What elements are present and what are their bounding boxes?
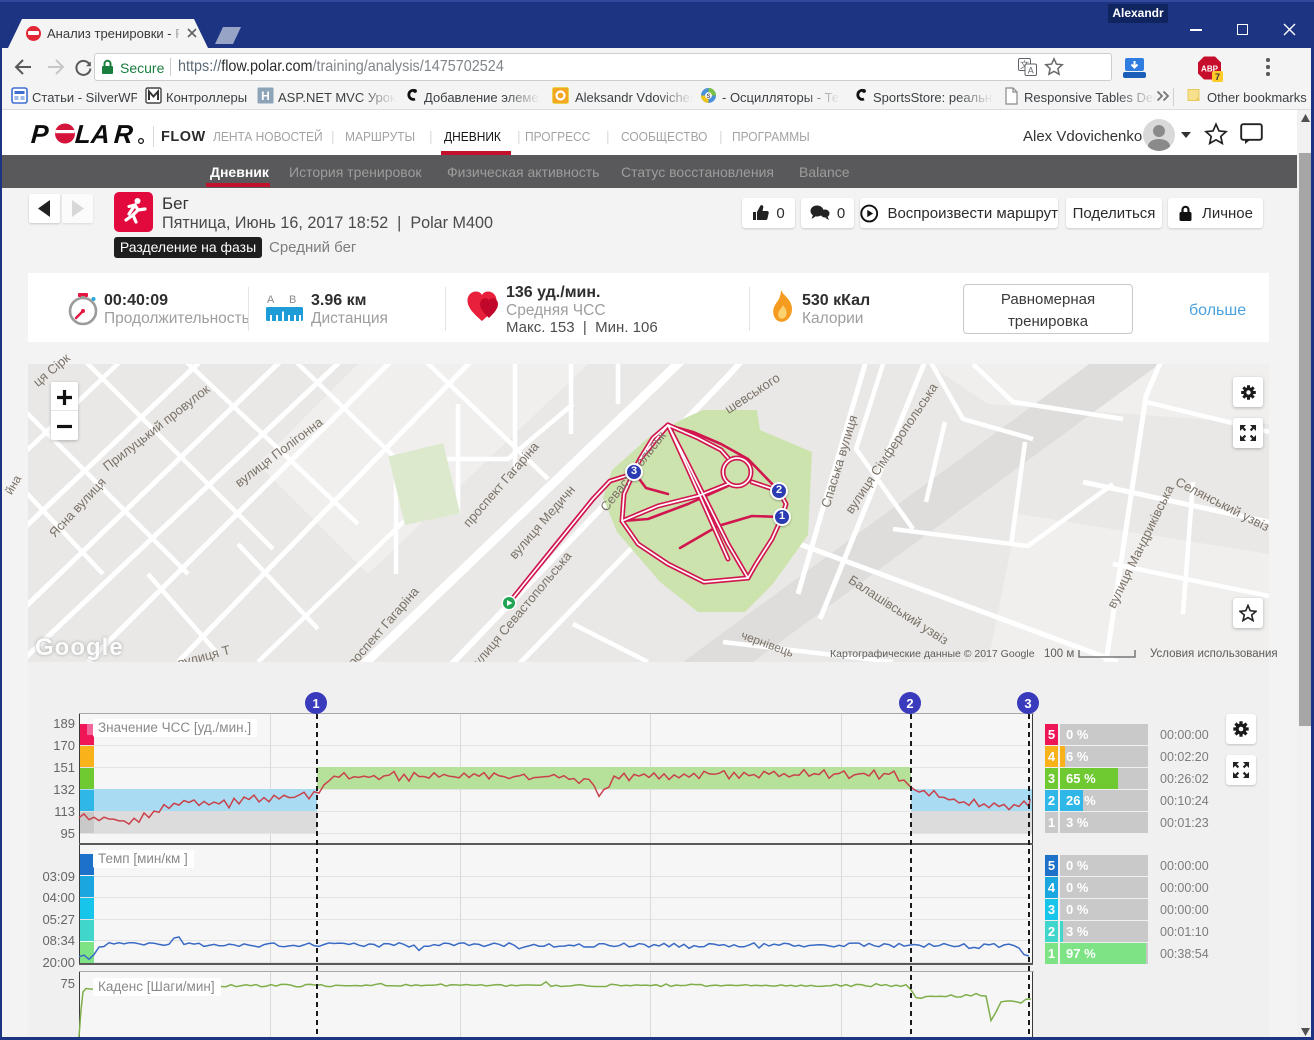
svg-text:L: L (74, 121, 92, 147)
svg-text:R: R (113, 121, 134, 147)
svg-text:A: A (1028, 66, 1034, 76)
svg-text:H: H (261, 89, 270, 103)
svg-text:A: A (89, 121, 111, 147)
svg-text:P: P (31, 121, 50, 147)
svg-text:7: 7 (1215, 72, 1220, 82)
svg-text:S: S (706, 94, 710, 100)
